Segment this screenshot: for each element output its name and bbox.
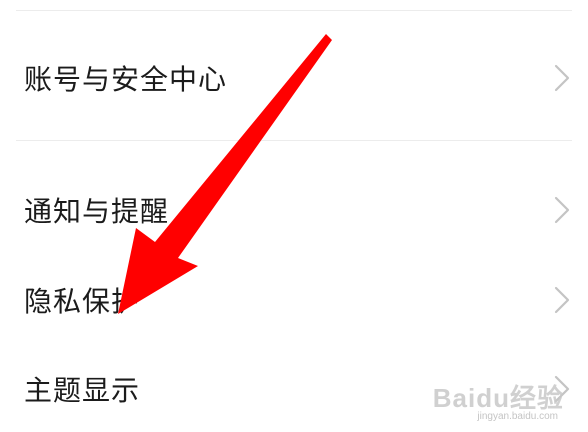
settings-item-notifications[interactable]: 通知与提醒 xyxy=(0,170,588,250)
settings-item-theme[interactable]: 主题显示 xyxy=(0,349,588,429)
settings-item-label: 隐私保护 xyxy=(24,285,141,318)
chevron-right-icon xyxy=(554,196,570,224)
section-divider xyxy=(16,140,572,141)
settings-item-label: 主题显示 xyxy=(24,374,141,407)
top-divider xyxy=(16,10,572,11)
settings-page: 账号与安全中心 通知与提醒 隐私保护 主题显示 Baidu经验 jingyan.… xyxy=(0,0,588,432)
settings-item-label: 账号与安全中心 xyxy=(24,63,228,96)
chevron-right-icon xyxy=(554,375,570,403)
chevron-right-icon xyxy=(554,286,570,314)
settings-item-privacy[interactable]: 隐私保护 xyxy=(0,260,588,340)
chevron-right-icon xyxy=(554,64,570,92)
settings-item-label: 通知与提醒 xyxy=(24,195,170,228)
settings-item-account-security[interactable]: 账号与安全中心 xyxy=(0,38,588,118)
